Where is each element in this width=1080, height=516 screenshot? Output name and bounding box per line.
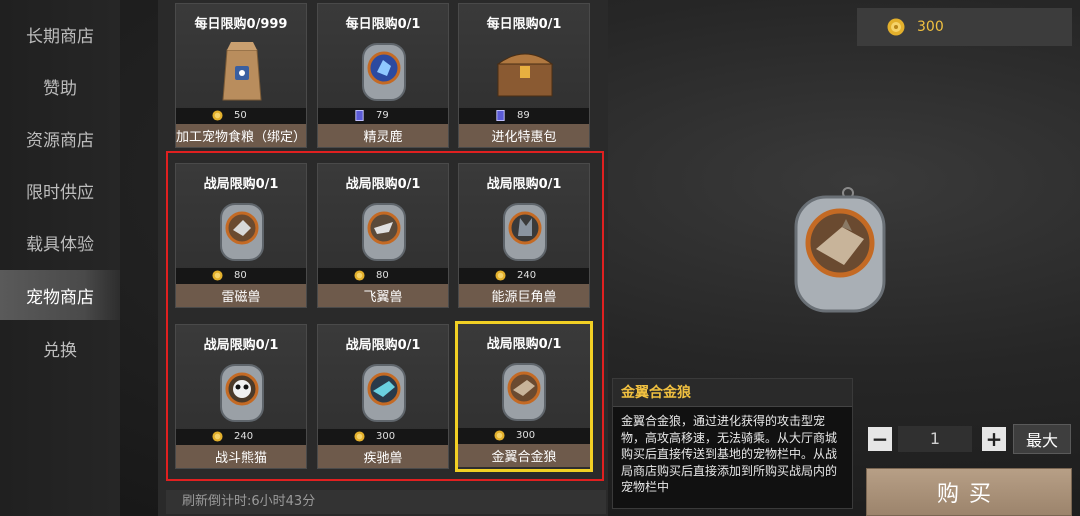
price-row: 50 [176, 108, 306, 124]
price-value: 80 [234, 270, 247, 281]
dog-tag-alloy-wolf-icon [502, 363, 546, 421]
sidebar-item-pet-shop[interactable]: 宠物商店 [0, 270, 120, 320]
buy-button[interactable]: 购买 [866, 468, 1072, 516]
purchase-limit: 每日限购0/999 [194, 17, 288, 32]
sidebar-item-vehicle-trial[interactable]: 载具体验 [0, 222, 120, 262]
price-value: 240 [234, 431, 254, 442]
sidebar-item-label: 兑换 [43, 340, 77, 361]
item-detail-tooltip: 金翼合金狼 金翼合金狼，通过进化获得的攻击型宠物，高攻高移速，无法骑乘。从大厅商… [612, 378, 853, 509]
sidebar-item-exchange[interactable]: 兑换 [0, 328, 120, 368]
item-name: 精灵鹿 [318, 124, 448, 147]
purchase-limit: 战局限购0/1 [345, 177, 421, 192]
item-name: 能源巨角兽 [459, 284, 589, 307]
purchase-limit: 战局限购0/1 [486, 177, 562, 192]
purchase-limit: 战局限购0/1 [486, 337, 562, 352]
price-row: 300 [318, 429, 448, 445]
price-value: 50 [234, 110, 247, 121]
sidebar-item-limited-supply[interactable]: 限时供应 [0, 170, 120, 210]
sidebar-item-label: 载具体验 [26, 234, 94, 255]
price-value: 89 [517, 110, 530, 121]
dog-tag-wolf-icon [362, 364, 406, 422]
item-name: 金翼合金狼 [458, 444, 590, 467]
price-value: 79 [376, 110, 389, 121]
price-value: 240 [517, 270, 537, 281]
treasure-chest-icon [496, 53, 554, 97]
price-row: 89 [459, 108, 589, 124]
shop-item-card[interactable]: 战局限购0/1 300 疾驰兽 [317, 324, 449, 469]
price-value: 80 [376, 270, 389, 281]
gold-coin-icon [887, 18, 905, 36]
price-row: 300 [458, 428, 590, 444]
dog-tag-beast-icon [220, 203, 264, 261]
sidebar-item-label: 赞助 [43, 78, 77, 99]
shop-item-card[interactable]: 战局限购0/1 240 能源巨角兽 [458, 163, 590, 308]
dog-tag-wing-icon [362, 203, 406, 261]
shop-item-card[interactable]: 每日限购0/999 50 加工宠物食粮（绑定） [175, 3, 307, 148]
purchase-limit: 战局限购0/1 [203, 338, 279, 353]
currency-value: 300 [917, 19, 944, 35]
max-quantity-button[interactable]: 最大 [1013, 424, 1071, 454]
shop-item-card-selected[interactable]: 战局限购0/1 300 金翼合金狼 [455, 321, 593, 472]
item-name: 进化特惠包 [459, 124, 589, 147]
item-name: 飞翼兽 [318, 284, 448, 307]
ticket-card-icon [355, 110, 364, 121]
dog-tag-deer-icon [362, 43, 406, 101]
purchase-limit: 每日限购0/1 [345, 17, 421, 32]
price-value: 300 [376, 431, 396, 442]
quantity-decrease-button[interactable]: − [868, 427, 892, 451]
quantity-field[interactable]: 1 [898, 426, 972, 452]
item-name: 雷磁兽 [176, 284, 306, 307]
price-row: 80 [318, 268, 448, 284]
purchase-limit: 战局限购0/1 [345, 338, 421, 353]
dog-tag-panda-icon [220, 364, 264, 422]
shop-item-card[interactable]: 每日限购0/1 89 进化特惠包 [458, 3, 590, 148]
gold-coin-icon [495, 270, 506, 281]
price-row: 240 [176, 429, 306, 445]
price-row: 79 [318, 108, 448, 124]
gold-coin-icon [212, 270, 223, 281]
sidebar-item-label: 资源商店 [26, 130, 94, 151]
shop-item-card[interactable]: 战局限购0/1 80 雷磁兽 [175, 163, 307, 308]
sidebar-item-long-term-shop[interactable]: 长期商店 [0, 14, 120, 54]
item-name: 疾驰兽 [318, 445, 448, 468]
dog-tag-horn-icon [503, 203, 547, 261]
sidebar-item-label: 限时供应 [26, 182, 94, 203]
sidebar-item-sponsor[interactable]: 赞助 [0, 66, 120, 106]
sidebar-item-label: 宠物商店 [26, 287, 94, 308]
purchase-limit: 战局限购0/1 [203, 177, 279, 192]
gold-coin-icon [212, 110, 223, 121]
detail-description: 金翼合金狼，通过进化获得的攻击型宠物，高攻高移速，无法骑乘。从大厅商城购买后直接… [621, 414, 838, 494]
purchase-limit: 每日限购0/1 [486, 17, 562, 32]
shop-item-card[interactable]: 每日限购0/1 79 精灵鹿 [317, 3, 449, 148]
sidebar-item-resource-shop[interactable]: 资源商店 [0, 118, 120, 158]
sidebar-item-label: 长期商店 [26, 26, 94, 47]
ticket-card-icon [496, 110, 505, 121]
pet-preview-image [794, 187, 886, 313]
item-name: 战斗熊猫 [176, 445, 306, 468]
gold-coin-icon [354, 431, 365, 442]
gold-coin-icon [212, 431, 223, 442]
price-value: 300 [516, 430, 536, 441]
shop-item-card[interactable]: 战局限购0/1 240 战斗熊猫 [175, 324, 307, 469]
currency-display: 300 [857, 8, 1072, 46]
detail-title: 金翼合金狼 [613, 379, 852, 407]
price-row: 240 [459, 268, 589, 284]
item-name: 加工宠物食粮（绑定） [176, 124, 306, 147]
price-row: 80 [176, 268, 306, 284]
sidebar: 长期商店 赞助 资源商店 限时供应 载具体验 宠物商店 兑换 [0, 0, 120, 516]
shop-item-card[interactable]: 战局限购0/1 80 飞翼兽 [317, 163, 449, 308]
gold-coin-icon [354, 270, 365, 281]
quantity-increase-button[interactable]: + [982, 427, 1006, 451]
gold-coin-icon [494, 430, 505, 441]
refresh-countdown: 刷新倒计时:6小时43分 [166, 490, 606, 514]
food-bag-icon [222, 42, 262, 101]
